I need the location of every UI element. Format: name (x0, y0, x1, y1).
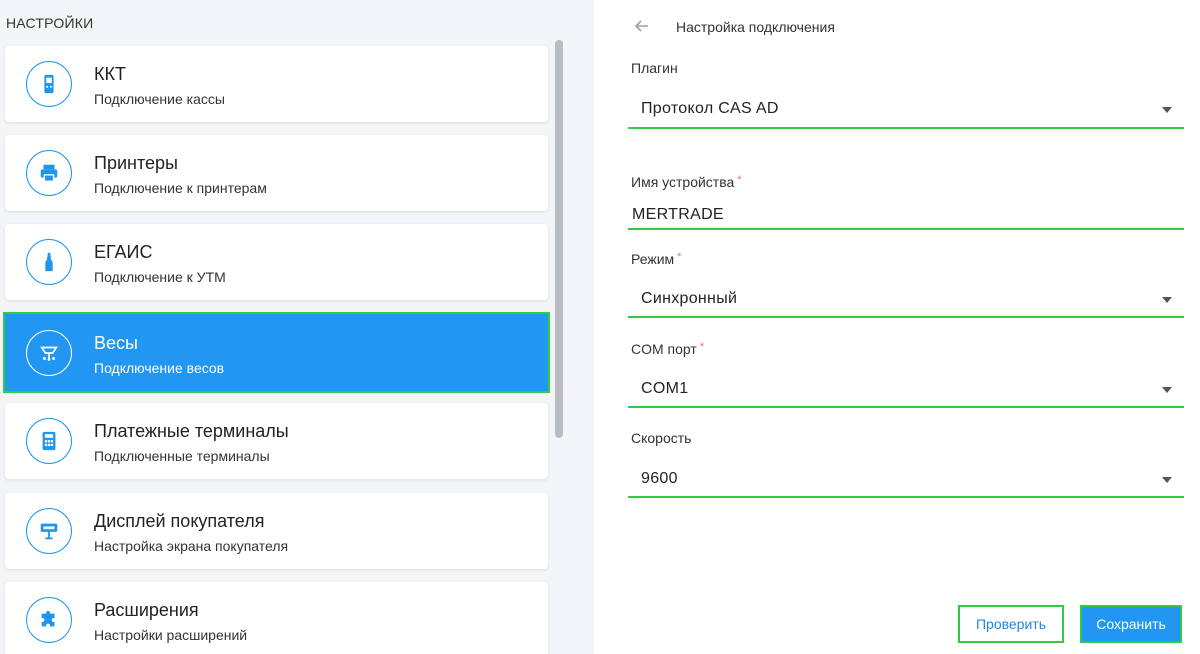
required-mark: * (677, 251, 682, 263)
com-port-select[interactable]: COM порт * COM1 (628, 341, 1184, 413)
sidebar-title: НАСТРОЙКИ (6, 15, 94, 31)
settings-item-kkt[interactable]: ККТ Подключение кассы (5, 46, 548, 122)
back-arrow-icon[interactable] (632, 16, 652, 36)
com-port-value: COM1 (641, 380, 689, 397)
speed-value: 9600 (641, 470, 678, 487)
puzzle-icon (26, 597, 72, 643)
settings-item-title: Платежные терминалы (94, 421, 289, 441)
display-icon (26, 508, 72, 554)
settings-item-scales[interactable]: Весы Подключение весов (3, 312, 550, 393)
speed-select[interactable]: Скорость 9600 (628, 430, 1184, 502)
settings-item-title: Расширения (94, 600, 199, 620)
settings-item-payment-terminals[interactable]: Платежные терминалы Подключенные термина… (5, 403, 548, 479)
settings-item-subtitle: Подключение к принтерам (94, 180, 267, 196)
settings-item-title: Весы (94, 333, 138, 353)
settings-item-title: ККТ (94, 64, 126, 84)
plugin-value: Протокол CAS AD (641, 100, 779, 117)
calculator-icon (26, 418, 72, 464)
settings-item-subtitle: Настройки расширений (94, 627, 248, 643)
device-name-field[interactable]: Имя устройства * MERTRADE (628, 174, 1184, 234)
settings-item-printers[interactable]: Принтеры Подключение к принтерам (5, 135, 548, 211)
mode-select[interactable]: Режим * Синхронный (628, 251, 1184, 323)
settings-item-egais[interactable]: ЕГАИС Подключение к УТМ (5, 224, 548, 300)
mode-label: Режим * (631, 251, 682, 267)
field-underline (628, 496, 1184, 498)
settings-item-title: Дисплей покупателя (94, 511, 265, 531)
required-mark: * (737, 174, 742, 186)
required-mark: * (699, 341, 705, 353)
settings-item-title: Принтеры (94, 153, 178, 173)
settings-item-extensions[interactable]: Расширения Настройки расширений (5, 582, 548, 654)
settings-item-customer-display[interactable]: Дисплей покупателя Настройка экрана поку… (5, 493, 548, 569)
mode-value: Синхронный (641, 290, 738, 307)
settings-item-subtitle: Подключение весов (94, 360, 225, 376)
printer-icon (26, 150, 72, 196)
field-underline (628, 316, 1184, 318)
sidebar-scrollbar[interactable] (555, 40, 563, 438)
save-button[interactable]: Сохранить (1080, 605, 1182, 643)
chevron-down-icon (1162, 477, 1172, 483)
chevron-down-icon (1162, 297, 1172, 303)
settings-item-subtitle: Подключенные терминалы (94, 448, 270, 464)
settings-item-title: ЕГАИС (94, 242, 153, 262)
device-name-value: MERTRADE (632, 206, 724, 223)
plugin-select[interactable]: Плагин Протокол CAS AD (628, 60, 1184, 132)
field-underline (628, 127, 1184, 129)
speed-label: Скорость (631, 430, 692, 446)
field-underline (628, 406, 1184, 408)
settings-item-subtitle: Настройка экрана покупателя (94, 538, 289, 554)
scales-icon (26, 330, 72, 376)
check-button[interactable]: Проверить (958, 605, 1064, 643)
device-name-label: Имя устройства * (631, 174, 742, 190)
com-port-label: COM порт * (631, 341, 705, 357)
plugin-label: Плагин (631, 60, 678, 76)
page-title: Настройка подключения (676, 19, 835, 35)
cash-register-icon (26, 61, 72, 107)
bottle-icon (26, 239, 72, 285)
settings-item-subtitle: Подключение к УТМ (94, 269, 226, 285)
connection-settings-panel: Настройка подключения Плагин Протокол CA… (594, 0, 1200, 654)
field-underline (628, 228, 1184, 230)
chevron-down-icon (1162, 387, 1172, 393)
chevron-down-icon (1162, 107, 1172, 113)
settings-item-subtitle: Подключение кассы (94, 91, 225, 107)
settings-sidebar: НАСТРОЙКИ ККТ Подключение кассы Принтеры… (0, 0, 594, 654)
